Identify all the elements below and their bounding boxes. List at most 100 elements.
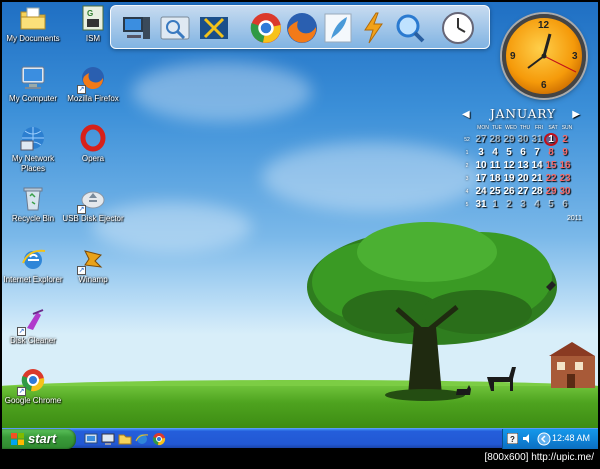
- calendar-day[interactable]: 30: [516, 134, 530, 145]
- desktop-icon-opera[interactable]: Opera: [62, 124, 124, 164]
- dock-computer-icon[interactable]: [119, 11, 153, 45]
- dock-bar: [110, 5, 490, 49]
- internet-explorer-icon: [19, 245, 47, 273]
- calendar-day[interactable]: 7: [530, 147, 544, 158]
- quick-launch-chrome-icon[interactable]: [152, 432, 166, 446]
- calendar-week-number: 2: [465, 162, 469, 169]
- calendar-day[interactable]: 23: [558, 173, 572, 184]
- calendar-day[interactable]: 8: [544, 147, 558, 158]
- house-illustration: [549, 342, 595, 388]
- dock-clock-icon[interactable]: [441, 11, 475, 45]
- calendar-day[interactable]: 19: [502, 173, 516, 184]
- calendar-week-row: 2 10 11 12 13 14 15 16: [460, 159, 586, 172]
- desktop-icon-my-network-places[interactable]: My Network Places: [2, 124, 64, 174]
- desktop-icon-disk-cleaner[interactable]: ↗ Disk Cleaner: [2, 306, 64, 346]
- quick-launch-folder-icon[interactable]: [118, 432, 132, 446]
- calendar-day[interactable]: 2: [502, 199, 516, 210]
- collapse-tray-icon[interactable]: [537, 432, 551, 446]
- quick-launch-computer-icon[interactable]: [101, 432, 115, 446]
- disk-cleaner-icon: ↗: [17, 306, 47, 336]
- desktop-icon-recycle-bin[interactable]: Recycle Bin: [2, 184, 64, 224]
- calendar-week-row: 52 27 28 29 30 31 1 2: [460, 133, 586, 146]
- calendar-day[interactable]: 28: [530, 186, 544, 197]
- dock-lightning-icon[interactable]: [357, 11, 391, 45]
- calendar-day[interactable]: 16: [558, 160, 572, 171]
- calendar-day[interactable]: 26: [502, 186, 516, 197]
- calendar-weekday-header: MON TUE WED THU FRI SAT SUN: [476, 125, 574, 131]
- calendar-day[interactable]: 21: [530, 173, 544, 184]
- calendar-day[interactable]: 31: [530, 134, 544, 145]
- calendar-day[interactable]: 24: [474, 186, 488, 197]
- calendar-week-row: 5 31 1 2 3 4 5 6: [460, 198, 586, 211]
- desktop-icon-label: My Computer: [8, 94, 57, 103]
- calendar-day[interactable]: 14: [530, 160, 544, 171]
- calendar-week-row: 13456789: [460, 146, 586, 159]
- help-icon[interactable]: ?: [507, 433, 518, 444]
- calendar-day[interactable]: 27: [516, 186, 530, 197]
- calendar-day[interactable]: 5: [544, 199, 558, 210]
- volume-icon[interactable]: [522, 433, 533, 444]
- calendar-day[interactable]: 6: [516, 147, 530, 158]
- calendar-week-number: 5: [465, 201, 469, 208]
- calendar-day[interactable]: 27: [474, 134, 488, 145]
- calendar-day[interactable]: 22: [544, 173, 558, 184]
- dock-magnifier-icon[interactable]: [393, 11, 427, 45]
- calendar-weekday: THU: [519, 125, 531, 131]
- calendar-day[interactable]: 1: [544, 133, 558, 146]
- quick-launch-internet-explorer-icon[interactable]: [135, 432, 149, 446]
- tree-illustration: [307, 222, 557, 401]
- desktop-icon-winamp[interactable]: ↗ Winamp: [62, 245, 124, 285]
- calendar-grid: 52 27 28 29 30 31 1 2 1 3 4 5 6 7 8 9 2 10 11 12 13 14 15 16 3 17…: [460, 133, 586, 211]
- dock-tools-icon[interactable]: [197, 11, 231, 45]
- desktop-icon-google-chrome[interactable]: ↗ Google Chrome: [2, 366, 64, 406]
- calendar-day[interactable]: 29: [502, 134, 516, 145]
- calendar-day[interactable]: 30: [558, 186, 572, 197]
- calendar-day[interactable]: 20: [516, 173, 530, 184]
- desktop[interactable]: My Documents My Computer My Network Plac…: [2, 2, 598, 428]
- calendar-day[interactable]: 10: [474, 160, 488, 171]
- calendar-day[interactable]: 18: [488, 173, 502, 184]
- desktop-icon-label: USB Disk Ejector: [62, 214, 124, 223]
- desktop-icon-usb-disk-ejector[interactable]: ↗ USB Disk Ejector: [62, 184, 124, 224]
- calendar-day[interactable]: 15: [544, 160, 558, 171]
- calendar-day[interactable]: 29: [544, 186, 558, 197]
- calendar-day[interactable]: 4: [488, 147, 502, 158]
- dock-feather-icon[interactable]: [321, 11, 355, 45]
- dock-search-folder-icon[interactable]: [158, 11, 192, 45]
- calendar-day[interactable]: 4: [530, 199, 544, 210]
- dock-chrome-icon[interactable]: [249, 11, 283, 45]
- svg-text:G: G: [87, 9, 93, 18]
- calendar-weekday: FRI: [534, 125, 544, 131]
- opera-icon: [79, 124, 107, 152]
- chrome-icon: ↗: [17, 366, 47, 396]
- calendar-day[interactable]: 11: [488, 160, 502, 171]
- calendar-weekday: SAT: [548, 125, 558, 131]
- desktop-icon-internet-explorer[interactable]: Internet Explorer: [2, 245, 64, 285]
- desktop-icon-mozilla-firefox[interactable]: ↗ Mozilla Firefox: [62, 64, 124, 104]
- calendar-day[interactable]: 1: [488, 199, 502, 210]
- clock-widget[interactable]: 12 3 6 9: [502, 14, 586, 98]
- start-button[interactable]: start: [2, 429, 76, 449]
- calendar-day[interactable]: 17: [474, 173, 488, 184]
- ism-icon: G: [79, 4, 107, 32]
- calendar-day[interactable]: 3: [474, 147, 488, 158]
- desktop-icon-my-documents[interactable]: My Documents: [2, 4, 64, 44]
- calendar-day[interactable]: 3: [516, 199, 530, 210]
- calendar-day[interactable]: 25: [488, 186, 502, 197]
- taskbar-clock[interactable]: 12:48 AM: [552, 433, 590, 443]
- calendar-next-icon[interactable]: ▶: [572, 109, 580, 120]
- calendar-day[interactable]: 13: [516, 160, 530, 171]
- calendar-day[interactable]: 12: [502, 160, 516, 171]
- calendar-day[interactable]: 9: [558, 147, 572, 158]
- desktop-icon-my-computer[interactable]: My Computer: [2, 64, 64, 104]
- calendar-day[interactable]: 6: [558, 199, 572, 210]
- quick-launch-show-desktop-icon[interactable]: [84, 432, 98, 446]
- calendar-day[interactable]: 31: [474, 199, 488, 210]
- calendar-day[interactable]: 5: [502, 147, 516, 158]
- shortcut-arrow-icon: ↗: [17, 327, 26, 336]
- calendar-day[interactable]: 2: [558, 134, 572, 145]
- desktop-icon-label: My Documents: [6, 34, 60, 43]
- calendar-weekday: WED: [505, 125, 517, 131]
- calendar-day[interactable]: 28: [488, 134, 502, 145]
- dock-firefox-icon[interactable]: [285, 11, 319, 45]
